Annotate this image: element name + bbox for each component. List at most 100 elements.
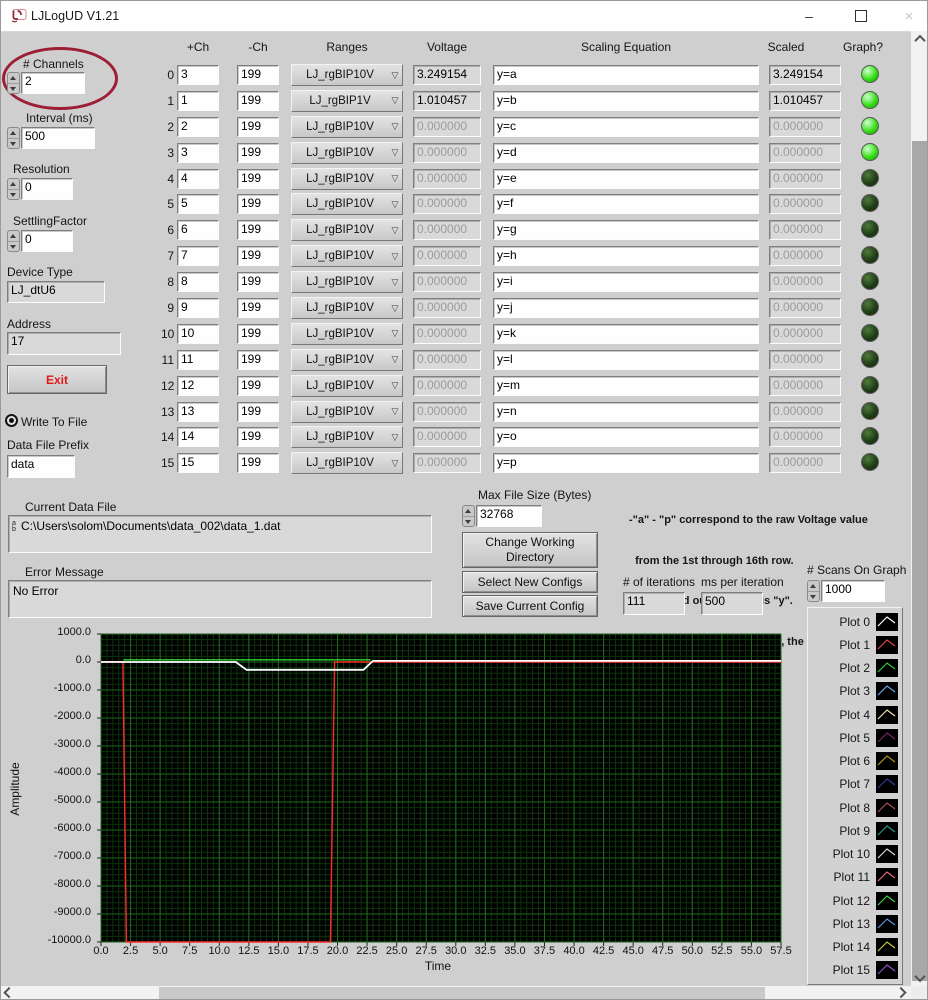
range-dropdown[interactable]: LJ_rgBIP10V ▽ bbox=[291, 375, 403, 397]
range-dropdown[interactable]: LJ_rgBIP10V ▽ bbox=[291, 401, 403, 423]
address-value[interactable]: 17 bbox=[7, 332, 121, 355]
graph-led[interactable] bbox=[861, 402, 879, 420]
minus-channel-input[interactable]: 199 bbox=[237, 272, 279, 292]
plus-channel-input[interactable]: 2 bbox=[177, 117, 219, 137]
graph-led[interactable] bbox=[861, 453, 879, 471]
legend-item[interactable]: Plot 10 bbox=[812, 844, 898, 865]
horizontal-scrollbar[interactable] bbox=[1, 986, 928, 1000]
range-dropdown[interactable]: LJ_rgBIP10V ▽ bbox=[291, 452, 403, 474]
scroll-right-button[interactable] bbox=[893, 986, 909, 1000]
legend-item[interactable]: Plot 9 bbox=[812, 820, 898, 841]
minus-channel-input[interactable]: 199 bbox=[237, 117, 279, 137]
graph-led[interactable] bbox=[861, 91, 879, 109]
plus-channel-input[interactable]: 10 bbox=[177, 324, 219, 344]
legend-item[interactable]: Plot 5 bbox=[812, 727, 898, 748]
minus-channel-input[interactable]: 199 bbox=[237, 194, 279, 214]
scroll-up-button[interactable] bbox=[911, 31, 928, 47]
interval-input[interactable]: 500 bbox=[21, 127, 95, 149]
settling-spinner[interactable] bbox=[7, 230, 20, 252]
range-dropdown[interactable]: LJ_rgBIP10V ▽ bbox=[291, 297, 403, 319]
max-file-size-spinner[interactable] bbox=[462, 505, 475, 527]
legend-item[interactable]: Plot 6 bbox=[812, 751, 898, 772]
legend-item[interactable]: Plot 12 bbox=[812, 890, 898, 911]
scaling-equation-input[interactable]: y=i bbox=[493, 272, 759, 292]
graph-led[interactable] bbox=[861, 427, 879, 445]
exit-button[interactable]: Exit bbox=[7, 365, 107, 394]
scaling-equation-input[interactable]: y=d bbox=[493, 143, 759, 163]
scaling-equation-input[interactable]: y=l bbox=[493, 350, 759, 370]
interval-spinner[interactable] bbox=[7, 127, 20, 149]
legend-item[interactable]: Plot 4 bbox=[812, 704, 898, 725]
plus-channel-input[interactable]: 15 bbox=[177, 453, 219, 473]
scaling-equation-input[interactable]: y=c bbox=[493, 117, 759, 137]
resolution-input[interactable]: 0 bbox=[21, 178, 73, 200]
graph-led[interactable] bbox=[861, 117, 879, 135]
range-dropdown[interactable]: LJ_rgBIP1V ▽ bbox=[291, 90, 403, 112]
graph-led[interactable] bbox=[861, 220, 879, 238]
save-current-config-button[interactable]: Save Current Config bbox=[462, 595, 598, 617]
legend-item[interactable]: Plot 14 bbox=[812, 937, 898, 958]
graph-led[interactable] bbox=[861, 194, 879, 212]
vertical-scrollbar[interactable] bbox=[911, 31, 928, 986]
plus-channel-input[interactable]: 3 bbox=[177, 65, 219, 85]
graph-led[interactable] bbox=[861, 65, 879, 83]
plus-channel-input[interactable]: 5 bbox=[177, 194, 219, 214]
scaling-equation-input[interactable]: y=g bbox=[493, 220, 759, 240]
select-new-configs-button[interactable]: Select New Configs bbox=[462, 571, 598, 593]
plus-channel-input[interactable]: 9 bbox=[177, 298, 219, 318]
minus-channel-input[interactable]: 199 bbox=[237, 453, 279, 473]
range-dropdown[interactable]: LJ_rgBIP10V ▽ bbox=[291, 245, 403, 267]
range-dropdown[interactable]: LJ_rgBIP10V ▽ bbox=[291, 323, 403, 345]
device-type-value[interactable]: LJ_dtU6 bbox=[7, 281, 105, 303]
scaling-equation-input[interactable]: y=k bbox=[493, 324, 759, 344]
error-message-box[interactable]: No Error bbox=[8, 580, 432, 618]
resolution-spinner[interactable] bbox=[7, 178, 20, 200]
graph-led[interactable] bbox=[861, 298, 879, 316]
range-dropdown[interactable]: LJ_rgBIP10V ▽ bbox=[291, 142, 403, 164]
legend-item[interactable]: Plot 1 bbox=[812, 634, 898, 655]
graph-led[interactable] bbox=[861, 143, 879, 161]
scroll-left-button[interactable] bbox=[1, 986, 17, 1000]
scaling-equation-input[interactable]: y=h bbox=[493, 246, 759, 266]
plus-channel-input[interactable]: 4 bbox=[177, 169, 219, 189]
scaling-equation-input[interactable]: y=j bbox=[493, 298, 759, 318]
legend-item[interactable]: Plot 11 bbox=[812, 867, 898, 888]
minus-channel-input[interactable]: 199 bbox=[237, 350, 279, 370]
max-file-size-input[interactable]: 32768 bbox=[476, 505, 542, 527]
minus-channel-input[interactable]: 199 bbox=[237, 376, 279, 396]
legend-item[interactable]: Plot 3 bbox=[812, 681, 898, 702]
minus-channel-input[interactable]: 199 bbox=[237, 427, 279, 447]
graph-led[interactable] bbox=[861, 246, 879, 264]
legend-item[interactable]: Plot 13 bbox=[812, 913, 898, 934]
minus-channel-input[interactable]: 199 bbox=[237, 143, 279, 163]
graph-led[interactable] bbox=[861, 324, 879, 342]
scaling-equation-input[interactable]: y=a bbox=[493, 65, 759, 85]
legend-item[interactable]: Plot 8 bbox=[812, 797, 898, 818]
graph-led[interactable] bbox=[861, 272, 879, 290]
graph-led[interactable] bbox=[861, 169, 879, 187]
range-dropdown[interactable]: LJ_rgBIP10V ▽ bbox=[291, 349, 403, 371]
graph-led[interactable] bbox=[861, 350, 879, 368]
scaling-equation-input[interactable]: y=e bbox=[493, 169, 759, 189]
scaling-equation-input[interactable]: y=f bbox=[493, 194, 759, 214]
plus-channel-input[interactable]: 3 bbox=[177, 143, 219, 163]
plus-channel-input[interactable]: 12 bbox=[177, 376, 219, 396]
legend-item[interactable]: Plot 7 bbox=[812, 774, 898, 795]
scaling-equation-input[interactable]: y=o bbox=[493, 427, 759, 447]
range-dropdown[interactable]: LJ_rgBIP10V ▽ bbox=[291, 116, 403, 138]
legend-item[interactable]: Plot 2 bbox=[812, 658, 898, 679]
maximize-button[interactable] bbox=[841, 1, 881, 31]
channels-spinner[interactable] bbox=[7, 72, 20, 94]
plus-channel-input[interactable]: 7 bbox=[177, 246, 219, 266]
horizontal-scrollbar-thumb[interactable] bbox=[159, 987, 765, 1000]
plus-channel-input[interactable]: 6 bbox=[177, 220, 219, 240]
range-dropdown[interactable]: LJ_rgBIP10V ▽ bbox=[291, 168, 403, 190]
minus-channel-input[interactable]: 199 bbox=[237, 246, 279, 266]
change-working-directory-button[interactable]: Change Working Directory bbox=[462, 532, 598, 568]
minus-channel-input[interactable]: 199 bbox=[237, 402, 279, 422]
scans-spinner[interactable] bbox=[807, 580, 820, 602]
minus-channel-input[interactable]: 199 bbox=[237, 91, 279, 111]
current-data-file-box[interactable]: ab C:\Users\solom\Documents\data_002\dat… bbox=[8, 515, 432, 553]
write-to-file-radio[interactable] bbox=[5, 414, 18, 427]
channels-input[interactable]: 2 bbox=[21, 72, 85, 94]
